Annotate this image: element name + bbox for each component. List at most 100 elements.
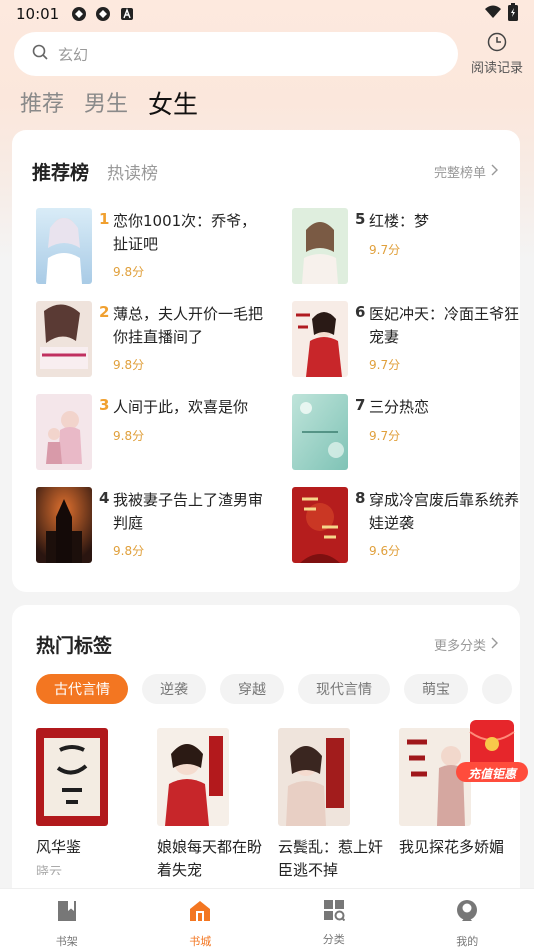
- tag-chip[interactable]: 穿越: [220, 674, 284, 704]
- book-cover: [157, 728, 229, 826]
- book-score: 9.7分: [369, 429, 401, 443]
- book-rank: 4: [99, 489, 110, 507]
- book-cover: [292, 208, 348, 284]
- full-list-label: 完整榜单: [433, 166, 486, 181]
- book-score: 9.8分: [113, 429, 145, 443]
- tab-male[interactable]: 男生: [84, 88, 128, 122]
- book-rank: 1: [99, 210, 110, 228]
- tag-chip[interactable]: 现代言情: [298, 674, 390, 704]
- tab-recommend[interactable]: 推荐: [20, 88, 64, 122]
- nav-profile[interactable]: 我的: [401, 889, 534, 950]
- tab-recommend-list[interactable]: 推荐榜: [32, 158, 89, 185]
- chevron-right-icon: [490, 637, 498, 653]
- ranked-book[interactable]: 4 我被妻子告上了渣男审判庭 9.8分: [36, 487, 266, 563]
- bottom-nav: 书架 书城 分类 我的: [0, 888, 534, 950]
- book-title: 风华鉴: [36, 838, 82, 856]
- book-score: 9.6分: [369, 544, 401, 558]
- nav-bookshelf[interactable]: 书架: [0, 889, 134, 950]
- app-notification-icon: [95, 6, 111, 22]
- ranked-book[interactable]: 1 恋你1001次：乔爷，扯证吧 9.8分: [36, 208, 266, 284]
- ranked-book[interactable]: 2 薄总，夫人开价一毛把你挂直播间了 9.8分: [36, 301, 266, 377]
- ranking-header: 推荐榜 热读榜 完整榜单: [32, 158, 498, 185]
- reading-history-button[interactable]: 阅读记录: [468, 32, 526, 76]
- gender-tabs: 推荐 男生 女生: [20, 86, 198, 122]
- hot-tags-card: 热门标签 更多分类 古代言情 逆袭 穿越 现代言情 萌宝 风华鉴 晓云 娘娘每天…: [12, 605, 520, 905]
- nav-category[interactable]: 分类: [267, 889, 401, 950]
- book-score: 9.8分: [113, 265, 145, 279]
- chevron-right-icon: [490, 164, 498, 180]
- battery-icon: [508, 3, 518, 25]
- book-rank: 2: [99, 303, 110, 321]
- status-time: 10:01: [16, 5, 60, 23]
- nav-store[interactable]: 书城: [134, 889, 268, 950]
- book-cover: [278, 728, 350, 826]
- book-title: 人间于此，欢喜是你: [113, 398, 249, 416]
- book-rank: 3: [99, 396, 110, 414]
- nav-label: 书城: [189, 935, 212, 948]
- tag-book[interactable]: 娘娘每天都在盼着失宠: [157, 728, 265, 882]
- book-score: 9.7分: [369, 243, 401, 257]
- ranked-book[interactable]: 5 红楼：梦 9.7分: [292, 208, 522, 284]
- book-cover: [292, 394, 348, 470]
- book-cover: [36, 208, 92, 284]
- app-notification-icon: [71, 6, 87, 22]
- book-title: 红楼：梦: [369, 212, 430, 230]
- tag-chip-row: 古代言情 逆袭 穿越 现代言情 萌宝: [36, 674, 512, 704]
- hot-tags-header: 热门标签 更多分类: [36, 631, 498, 658]
- book-title: 我见探花多娇媚: [399, 838, 505, 856]
- ranked-book[interactable]: 3 人间于此，欢喜是你 9.8分: [36, 394, 266, 470]
- tag-chip[interactable]: 古代言情: [36, 674, 128, 704]
- tag-chip-partial[interactable]: [482, 674, 512, 704]
- nav-label: 分类: [322, 933, 345, 946]
- book-title: 我被妻子告上了渣男审判庭: [113, 491, 264, 532]
- book-score: 9.7分: [369, 358, 401, 372]
- search-icon: [32, 44, 48, 64]
- wifi-icon: [484, 5, 502, 23]
- nav-label: 书架: [55, 935, 78, 948]
- book-title: 云鬓乱：惹上奸臣逃不掉: [278, 838, 384, 879]
- store-icon: [188, 899, 212, 927]
- book-title: 三分热恋: [369, 398, 430, 416]
- reading-history-label: 阅读记录: [470, 61, 523, 76]
- book-title: 穿成冷宫废后靠系统养娃逆袭: [369, 491, 520, 532]
- book-title: 恋你1001次：乔爷，扯证吧: [113, 212, 257, 253]
- ranking-card: 推荐榜 热读榜 完整榜单 1 恋你1001次：乔爷，扯证吧 9.8分 2 薄总，…: [12, 130, 520, 592]
- search-placeholder: 玄幻: [58, 45, 89, 64]
- tab-female[interactable]: 女生: [148, 88, 198, 122]
- tag-book[interactable]: 风华鉴 晓云: [36, 728, 144, 875]
- more-categories-label: 更多分类: [433, 639, 486, 654]
- book-score: 9.8分: [113, 358, 145, 372]
- font-notification-icon: [119, 6, 135, 22]
- book-title: 薄总，夫人开价一毛把你挂直播间了: [113, 305, 264, 346]
- more-categories-link[interactable]: 更多分类: [434, 635, 498, 654]
- book-cover: [36, 487, 92, 563]
- book-title: 医妃冲天：冷面王爷狂宠妻: [369, 305, 520, 346]
- search-input[interactable]: 玄幻: [14, 32, 458, 76]
- book-rank: 5: [355, 210, 366, 228]
- book-rank: 8: [355, 489, 366, 507]
- bookshelf-icon: [56, 899, 78, 927]
- recharge-promo-button[interactable]: 充值钜惠: [456, 718, 528, 788]
- hot-tags-title: 热门标签: [36, 635, 113, 657]
- category-icon: [323, 899, 345, 925]
- ranked-book[interactable]: 7 三分热恋 9.7分: [292, 394, 522, 470]
- book-author-partial: 晓云: [36, 865, 63, 875]
- book-rank: 7: [355, 396, 366, 414]
- book-cover: [36, 301, 92, 377]
- book-cover: [36, 728, 108, 826]
- tab-hot-list[interactable]: 热读榜: [107, 159, 158, 184]
- tag-chip[interactable]: 逆袭: [142, 674, 206, 704]
- book-score: 9.8分: [113, 544, 145, 558]
- full-list-link[interactable]: 完整榜单: [434, 162, 498, 181]
- recharge-promo-label: 充值钜惠: [467, 767, 516, 781]
- ranked-book[interactable]: 6 医妃冲天：冷面王爷狂宠妻 9.7分: [292, 301, 522, 377]
- status-bar: 10:01: [0, 0, 534, 28]
- book-cover: [292, 487, 348, 563]
- tag-book[interactable]: 云鬓乱：惹上奸臣逃不掉: [278, 728, 386, 882]
- nav-label: 我的: [456, 935, 479, 948]
- ranked-book[interactable]: 8 穿成冷宫废后靠系统养娃逆袭 9.6分: [292, 487, 522, 563]
- clock-icon: [487, 32, 507, 56]
- book-cover: [36, 394, 92, 470]
- tag-chip[interactable]: 萌宝: [404, 674, 468, 704]
- book-rank: 6: [355, 303, 366, 321]
